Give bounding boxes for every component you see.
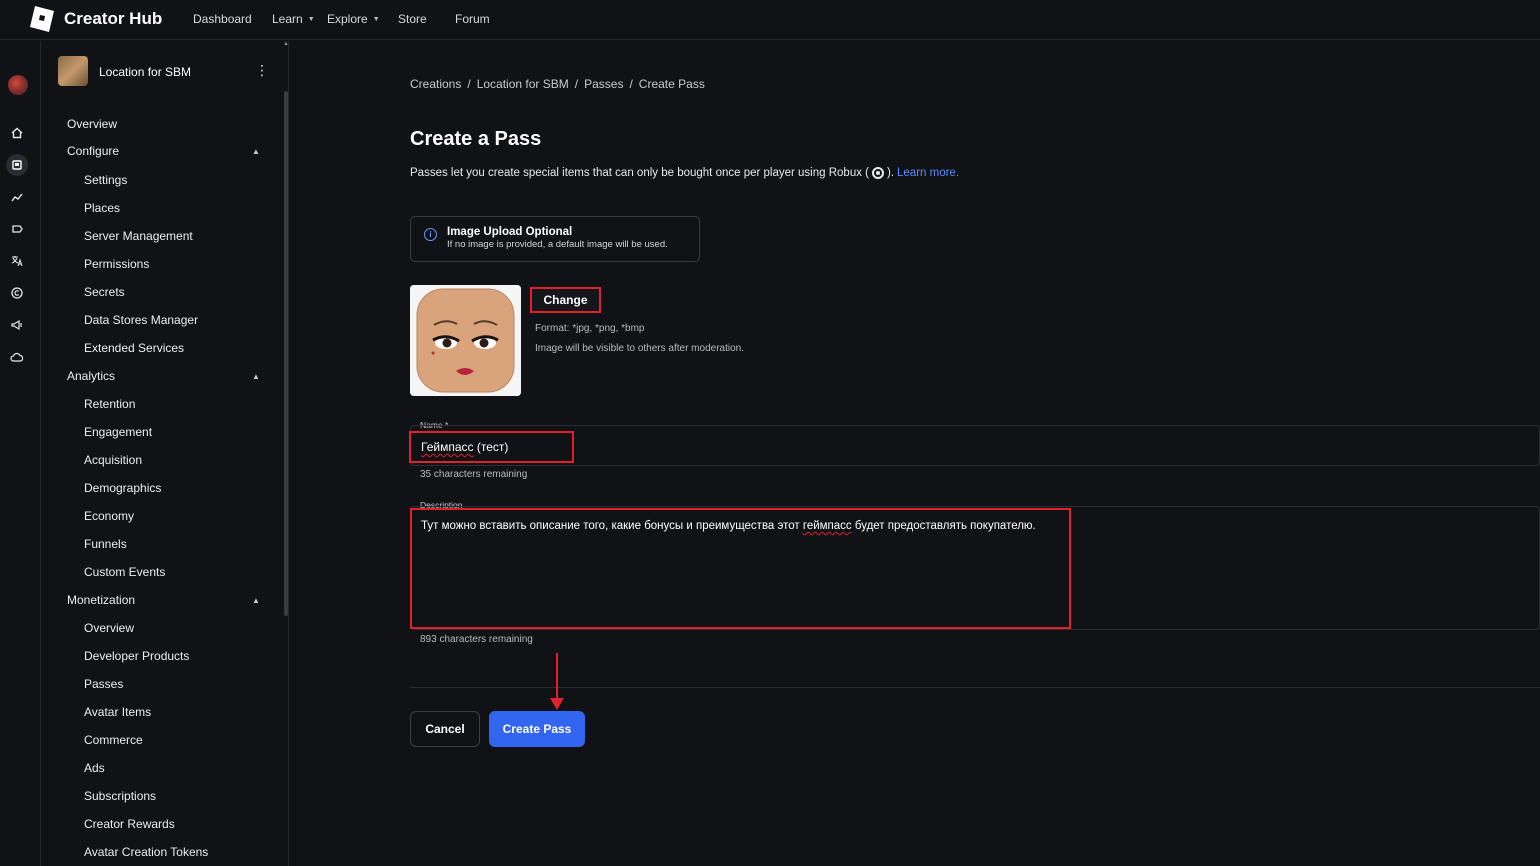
roblox-logo-icon[interactable] xyxy=(30,6,54,32)
breadcrumb-experience[interactable]: Location for SBM xyxy=(477,77,569,91)
sidebar-item-avatar-items[interactable]: Avatar Items xyxy=(84,705,151,719)
description-text-after: будет предоставлять покупателю. xyxy=(851,520,1036,532)
home-icon[interactable] xyxy=(8,124,26,142)
pass-image-preview xyxy=(410,285,521,396)
sidebar-item-economy[interactable]: Economy xyxy=(84,509,134,523)
sidebar-item-engagement[interactable]: Engagement xyxy=(84,425,152,439)
info-subtitle: If no image is provided, a default image… xyxy=(447,239,668,250)
caret-up-icon[interactable]: ▲ xyxy=(252,596,260,605)
sidebar-item-settings[interactable]: Settings xyxy=(84,173,127,187)
nav-forum[interactable]: Forum xyxy=(455,12,490,26)
sidebar-item-extended-services[interactable]: Extended Services xyxy=(84,341,184,355)
caret-up-icon[interactable]: ▲ xyxy=(252,147,260,156)
sidebar-item-overview[interactable]: Overview xyxy=(67,117,117,131)
experience-title: Location for SBM xyxy=(99,65,192,79)
annotation-arrow xyxy=(556,653,558,701)
sidebar-section-configure[interactable]: Configure xyxy=(67,144,119,158)
sidebar-item-ads[interactable]: Ads xyxy=(84,761,105,775)
nav-dashboard[interactable]: Dashboard xyxy=(193,12,252,26)
sidebar-item-creator-rewards[interactable]: Creator Rewards xyxy=(84,817,175,831)
sidebar-section-analytics[interactable]: Analytics xyxy=(67,369,115,383)
format-hint: Format: *jpg, *png, *bmp xyxy=(535,323,645,334)
sidebar-item-demographics[interactable]: Demographics xyxy=(84,481,161,495)
breadcrumb-separator: / xyxy=(467,77,471,91)
cancel-button[interactable]: Cancel xyxy=(410,711,480,747)
icon-rail xyxy=(0,41,41,866)
sidebar-item-server-management[interactable]: Server Management xyxy=(84,229,193,243)
page-title: Create a Pass xyxy=(410,128,542,150)
intro-text-body: Passes let you create special items that… xyxy=(410,167,869,179)
sidebar-item-secrets[interactable]: Secrets xyxy=(84,285,125,299)
avatar-face-image xyxy=(410,285,521,396)
sidebar-item-data-stores-manager[interactable]: Data Stores Manager xyxy=(84,313,198,327)
breadcrumb-separator: / xyxy=(629,77,633,91)
top-bar: Creator Hub Dashboard Learn ▼ Explore ▼ St… xyxy=(0,0,1540,40)
description-text-before: Тут можно вставить описание того, какие … xyxy=(421,520,803,532)
moderation-hint: Image will be visible to others after mo… xyxy=(535,343,744,354)
brand-title[interactable]: Creator Hub xyxy=(64,9,162,29)
sidebar-item-passes[interactable]: Passes xyxy=(84,677,123,691)
sidebar-item-commerce[interactable]: Commerce xyxy=(84,733,143,747)
megaphone-icon[interactable] xyxy=(8,316,26,334)
analytics-icon[interactable] xyxy=(8,188,26,206)
translate-icon[interactable] xyxy=(8,252,26,270)
sidebar-item-avatar-creation-tokens[interactable]: Avatar Creation Tokens xyxy=(84,845,208,859)
nav-explore[interactable]: Explore ▼ xyxy=(327,12,380,26)
nav-store[interactable]: Store xyxy=(398,12,427,26)
change-image-button[interactable]: Change xyxy=(530,287,601,313)
robux-icon xyxy=(871,167,884,179)
form-divider xyxy=(410,687,1540,688)
cloud-icon[interactable] xyxy=(8,348,26,366)
breadcrumb-passes[interactable]: Passes xyxy=(584,77,623,91)
name-characters-remaining: 35 characters remaining xyxy=(420,469,528,480)
scroll-up-arrow-icon[interactable]: ▲ xyxy=(283,41,289,47)
sidebar-item-monetization-overview[interactable]: Overview xyxy=(84,621,134,635)
sidebar-item-subscriptions[interactable]: Subscriptions xyxy=(84,789,156,803)
description-characters-remaining: 893 characters remaining xyxy=(420,634,533,645)
breadcrumb-create-pass: Create Pass xyxy=(638,77,705,91)
sidebar-item-acquisition[interactable]: Acquisition xyxy=(84,453,142,467)
nav-learn[interactable]: Learn ▼ xyxy=(272,12,315,26)
sidebar-item-retention[interactable]: Retention xyxy=(84,397,135,411)
name-input-misspelled-word: Геймпасс xyxy=(421,440,474,454)
name-field-outline xyxy=(410,425,1540,466)
description-misspelled-word: геймпасс xyxy=(802,520,852,532)
user-avatar[interactable] xyxy=(8,75,28,95)
sidebar-item-developer-products[interactable]: Developer Products xyxy=(84,649,189,663)
kebab-menu-icon[interactable]: ⋮ xyxy=(255,63,269,77)
learn-more-link[interactable]: Learn more. xyxy=(897,167,959,179)
caret-up-icon[interactable]: ▲ xyxy=(252,372,260,381)
sidebar-item-places[interactable]: Places xyxy=(84,201,120,215)
caret-down-icon: ▼ xyxy=(307,15,315,23)
sidebar-item-funnels[interactable]: Funnels xyxy=(84,537,127,551)
info-icon: i xyxy=(424,228,437,241)
breadcrumb-separator: / xyxy=(574,77,579,91)
experience-thumbnail xyxy=(58,56,88,86)
intro-text: Passes let you create special items that… xyxy=(410,167,959,179)
description-textarea[interactable]: Тут можно вставить описание того, какие … xyxy=(410,508,1071,629)
breadcrumb: Creations / Location for SBM / Passes / … xyxy=(410,77,705,91)
intro-text-end: ). xyxy=(886,167,895,179)
annotation-arrow-head-icon xyxy=(550,698,564,710)
sidebar-scrollbar[interactable] xyxy=(284,91,288,616)
sidebar-item-custom-events[interactable]: Custom Events xyxy=(84,565,165,579)
monetization-icon[interactable] xyxy=(8,220,26,238)
sidebar-section-monetization[interactable]: Monetization xyxy=(67,593,135,607)
create-pass-button[interactable]: Create Pass xyxy=(489,711,585,747)
creations-icon[interactable] xyxy=(6,154,28,176)
image-upload-info-box: i Image Upload Optional If no image is p… xyxy=(410,216,700,262)
caret-down-icon: ▼ xyxy=(372,15,380,23)
breadcrumb-creations[interactable]: Creations xyxy=(410,77,461,91)
sidebar-item-permissions[interactable]: Permissions xyxy=(84,257,149,271)
info-title: Image Upload Optional xyxy=(447,226,573,238)
name-input-rest: (тест) xyxy=(473,440,509,454)
name-input[interactable]: Геймпасс (тест) xyxy=(409,431,574,463)
copyright-icon[interactable] xyxy=(8,284,26,302)
sidebar: ▲ Location for SBM ⋮ Overview Configure … xyxy=(41,41,289,866)
